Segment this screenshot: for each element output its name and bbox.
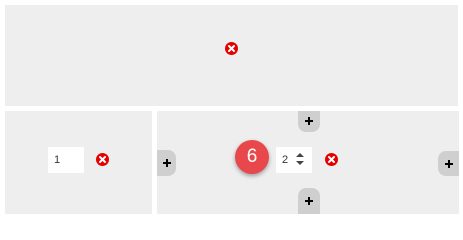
plus-icon: [163, 159, 171, 167]
add-left-button[interactable]: [157, 150, 176, 176]
right-number-input[interactable]: 2: [276, 147, 312, 173]
remove-icon: [228, 45, 235, 52]
remove-icon: [99, 156, 106, 163]
panel-top: [5, 5, 458, 106]
right-number-value: 2: [282, 154, 289, 166]
panel-top-remove-button[interactable]: [225, 42, 238, 55]
add-right-button[interactable]: [438, 151, 459, 176]
step-badge: 6: [235, 140, 269, 174]
plus-icon: [445, 160, 453, 168]
plus-icon: [305, 197, 313, 205]
layout-canvas: 1 6 2: [0, 0, 463, 219]
panel-right-remove-button[interactable]: [325, 153, 338, 166]
plus-icon: [305, 117, 313, 125]
left-number-value: 1: [54, 154, 61, 166]
add-top-button[interactable]: [298, 111, 320, 132]
panel-left-remove-button[interactable]: [96, 153, 109, 166]
spinner-arrows-icon[interactable]: [295, 152, 305, 166]
left-number-input[interactable]: 1: [48, 147, 84, 173]
add-bottom-button[interactable]: [298, 188, 320, 214]
remove-icon: [328, 156, 335, 163]
